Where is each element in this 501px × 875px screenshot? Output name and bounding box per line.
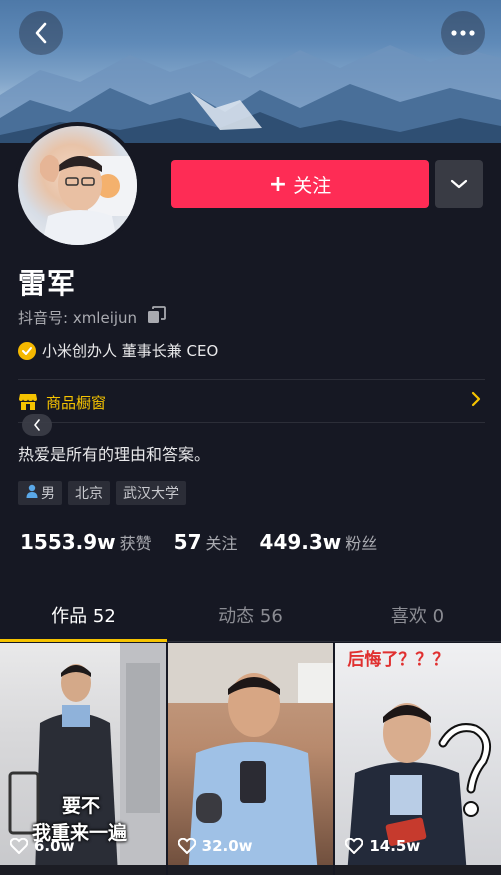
video-grid: 要不 我重来一遍 6.0w 32.0w 后悔了？？？ 14.5w [0, 643, 501, 875]
back-button[interactable] [19, 11, 63, 55]
tab-activity[interactable]: 动态 56 [167, 588, 334, 641]
video-likes-count: 14.5w [369, 837, 421, 855]
video-likes-count: 6.0w [34, 837, 75, 855]
heart-icon [177, 838, 196, 854]
stat-likes: 1553.9w 获赞 [20, 530, 152, 554]
profile-tags: 男 北京 武汉大学 [18, 481, 186, 505]
stat-followers[interactable]: 449.3w 粉丝 [260, 530, 378, 554]
video-caption-line1: 要不 [62, 795, 101, 817]
profile-name: 雷军 [18, 267, 77, 300]
video-bottom-strip [335, 865, 501, 875]
verification-text: 小米创办人 董事长兼 CEO [42, 342, 219, 360]
profile-bio: 热爱是所有的理由和答案。 [18, 445, 211, 464]
floating-back-button[interactable] [22, 414, 52, 436]
video-bottom-strip [0, 865, 166, 875]
stat-following[interactable]: 57 关注 [174, 530, 238, 554]
chevron-right-icon [471, 391, 481, 411]
avatar[interactable] [14, 122, 141, 249]
stat-following-label: 关注 [205, 534, 238, 553]
follow-button[interactable]: + 关注 [171, 160, 429, 208]
follow-label: 关注 [293, 174, 332, 197]
video-likes: 6.0w [10, 837, 74, 855]
more-dots-icon [451, 30, 475, 36]
tag-gender: 男 [18, 481, 62, 505]
shop-window-link[interactable]: 商品橱窗 [18, 391, 485, 413]
video-top-caption: 后悔了？？？ [347, 650, 450, 670]
plus-icon: + [268, 171, 288, 197]
tab-works[interactable]: 作品 52 [0, 588, 167, 642]
video-likes-count: 32.0w [201, 837, 253, 855]
stat-likes-label: 获赞 [119, 534, 152, 553]
stat-followers-label: 粉丝 [345, 534, 378, 553]
video-likes: 14.5w [345, 837, 420, 855]
tag-location: 北京 [68, 481, 110, 505]
video-thumbnail[interactable]: 32.0w [167, 643, 334, 875]
video-thumbnail[interactable]: 后悔了？？？ 14.5w [335, 643, 501, 875]
douyin-id-text: 抖音号: xmleijun [18, 308, 138, 327]
shop-label: 商品橱窗 [46, 393, 107, 412]
verification-info: 小米创办人 董事长兼 CEO [18, 340, 218, 361]
male-icon [25, 484, 39, 502]
divider [18, 422, 485, 423]
heart-icon [10, 838, 28, 854]
stat-following-count: 57 [173, 530, 202, 554]
avatar-photo [18, 126, 137, 245]
copy-icon[interactable] [147, 306, 167, 328]
verified-badge-icon [18, 341, 36, 360]
video-bottom-strip [167, 865, 334, 875]
stat-likes-count: 1553.9w [20, 530, 116, 554]
tag-gender-label: 男 [41, 486, 55, 502]
video-likes: 32.0w [177, 837, 253, 855]
chevron-down-icon [450, 179, 468, 189]
divider [18, 379, 485, 380]
more-button[interactable] [441, 11, 485, 55]
chevron-left-icon [34, 419, 40, 431]
heart-icon [345, 838, 364, 854]
tag-school: 武汉大学 [116, 481, 186, 505]
tab-likes[interactable]: 喜欢 0 [334, 588, 501, 641]
shop-icon [19, 394, 37, 410]
chevron-left-icon [35, 22, 47, 44]
video-thumbnail[interactable]: 要不 我重来一遍 6.0w [0, 643, 166, 875]
profile-stats: 1553.9w 获赞 57 关注 449.3w 粉丝 [20, 530, 399, 554]
douyin-id: 抖音号: xmleijun [18, 306, 167, 328]
profile-tabs: 作品 52 动态 56 喜欢 0 [0, 588, 501, 642]
recommend-dropdown-button[interactable] [435, 160, 483, 208]
stat-followers-count: 449.3w [259, 530, 342, 554]
